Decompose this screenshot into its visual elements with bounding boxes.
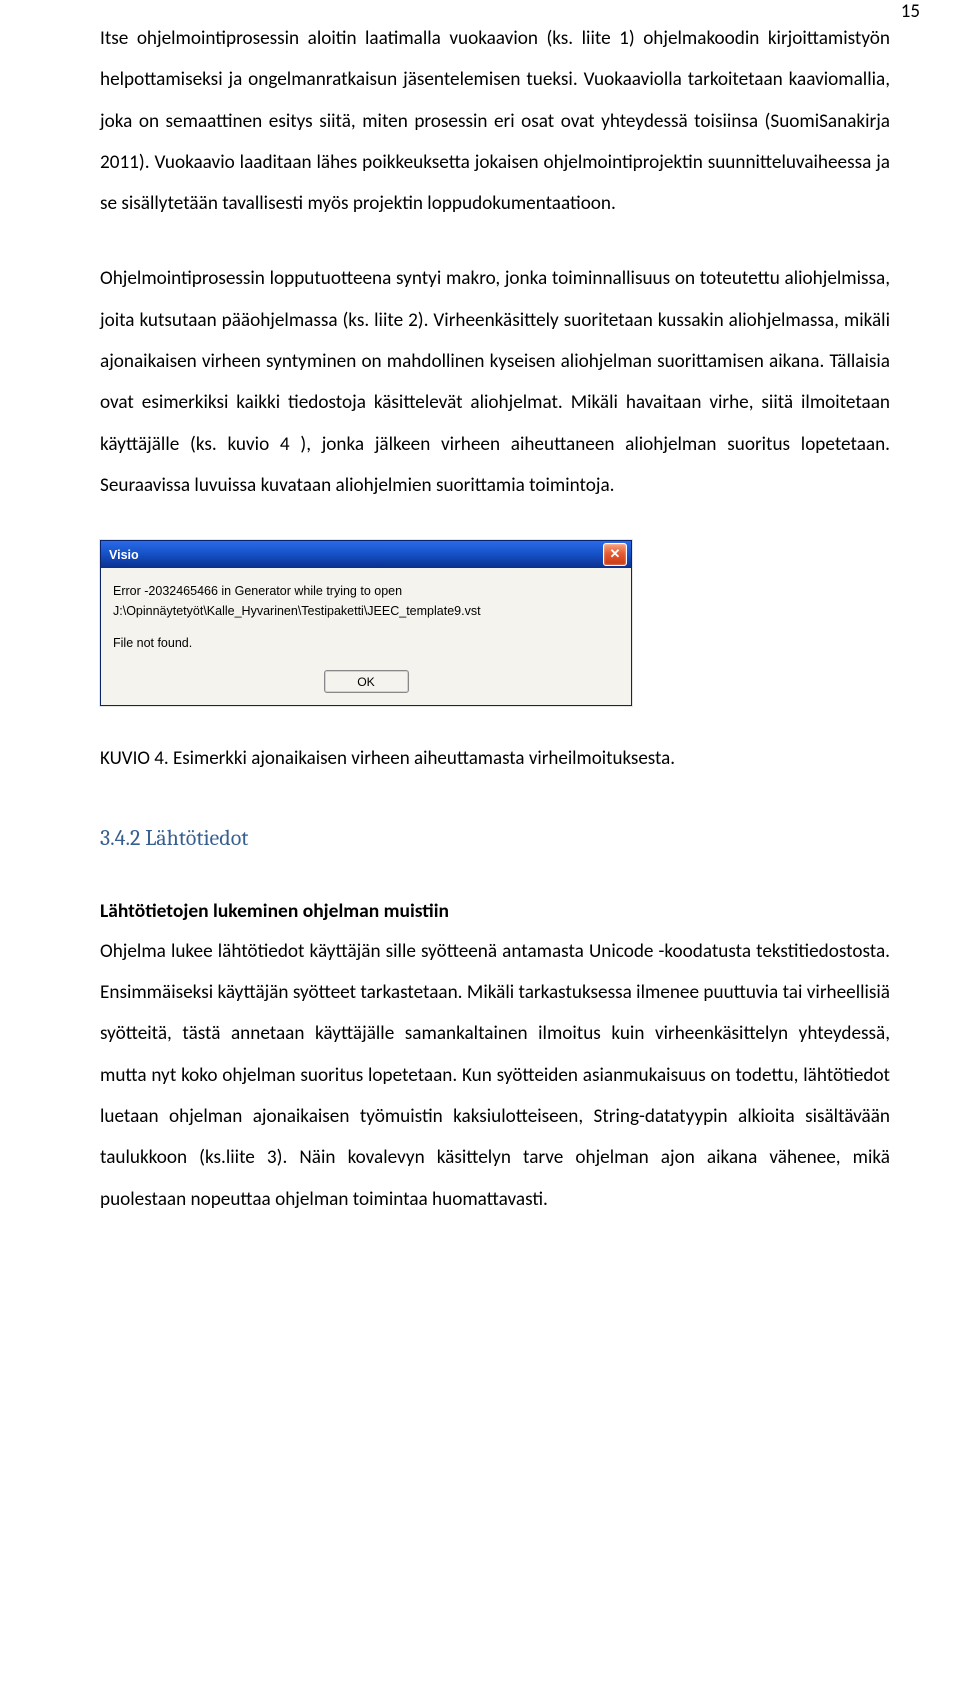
close-icon: ✕	[610, 545, 621, 564]
subsection-heading: Lähtötietojen lukeminen ohjelman muistii…	[100, 896, 890, 927]
dialog-button-row: OK	[113, 670, 619, 693]
section-heading: 3.4.2 Lähtötiedot	[100, 823, 890, 854]
dialog-titlebar: Visio ✕	[101, 541, 631, 568]
error-dialog: Visio ✕ Error -2032465466 in Generator w…	[100, 540, 632, 706]
dialog-body: Error -2032465466 in Generator while try…	[101, 568, 631, 705]
document-page: 15 Itse ohjelmointiprosessin aloitin laa…	[0, 0, 960, 1290]
ok-button[interactable]: OK	[324, 670, 409, 693]
dialog-title: Visio	[109, 546, 139, 564]
figure-caption: KUVIO 4. Esimerkki ajonaikaisen virheen …	[100, 744, 890, 774]
body-paragraph-3: Ohjelma lukee lähtötiedot käyttäjän sill…	[100, 931, 890, 1220]
error-text-line-3: File not found.	[113, 634, 619, 652]
body-paragraph-2: Ohjelmointiprosessin lopputuotteena synt…	[100, 258, 890, 506]
close-button[interactable]: ✕	[603, 543, 627, 566]
body-paragraph-1: Itse ohjelmointiprosessin aloitin laatim…	[100, 18, 890, 224]
error-text-line-1: Error -2032465466 in Generator while try…	[113, 582, 619, 600]
error-text-line-2: J:\Opinnäytetyöt\Kalle_Hyvarinen\Testipa…	[113, 602, 619, 620]
page-number: 15	[901, 2, 920, 21]
